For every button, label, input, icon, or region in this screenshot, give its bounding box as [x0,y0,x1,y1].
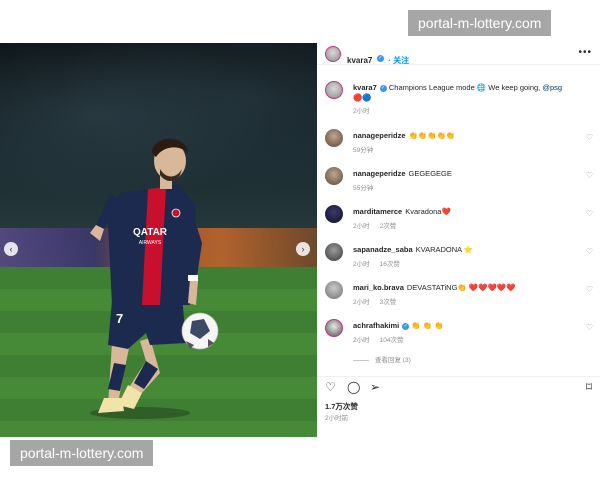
caption-body: Champions League mode 🌐 We keep going, [388,83,541,92]
comment-time: 2小时 [353,299,370,306]
verified-badge-icon: ✓ [402,322,410,330]
comment-username[interactable]: mari_ko.brava [353,283,404,292]
comment-time: 59分钟 [353,147,374,154]
previous-photo-button[interactable]: ‹ [4,242,18,256]
caption-text: kvara7 ✓ Champions League mode 🌐 We keep … [353,83,583,93]
post-header: kvara7 ✓ · 关注 ••• [317,43,600,65]
instagram-post: 7 QATAR AIRWAYS ‹ › kvara7 ✓ · 关注 ••• kv… [0,43,600,437]
chevron-right-icon: › [301,243,305,254]
caption-mention[interactable]: @psg [542,83,562,92]
comment-text: sapanadze_saba KVARADONA ⭐ [353,245,583,255]
comment-username[interactable]: marditamerce [353,207,402,216]
comment-likes[interactable]: 2次赞 [380,223,397,230]
comment-text: achrafhakimi ✓ 👏 👏 👏 [353,321,583,331]
heart-icon[interactable]: ♡ [325,381,336,393]
comment-meta: 2小时 104次赞 [353,334,413,344]
follow-button[interactable]: · 关注 [388,56,409,65]
comment-time: 55分钟 [353,185,374,192]
author-username[interactable]: kvara7 [347,56,372,65]
comment-meta: 55分钟 [353,182,383,192]
comment-username[interactable]: sapanadze_saba [353,245,413,254]
heart-icon[interactable]: ♡ [586,171,593,180]
post-photo[interactable]: 7 QATAR AIRWAYS ‹ › [0,43,317,437]
action-bar: ♡ ◯ ➢ ⌑ [317,376,600,396]
comment-username[interactable]: achrafhakimi [353,321,399,330]
author-avatar[interactable] [325,46,341,62]
commenter-avatar[interactable] [325,129,343,147]
comment-username[interactable]: nanageperidze [353,169,406,178]
caption-username[interactable]: kvara7 [353,83,377,92]
comment-likes[interactable]: 16次赞 [380,261,400,268]
heart-icon[interactable]: ♡ [586,285,593,294]
commenter-avatar[interactable] [325,167,343,185]
comment-icon[interactable]: ◯ [347,381,360,393]
comment-body: GEGEGEGE [408,169,452,178]
commenter-avatar[interactable] [325,281,343,299]
comment-time: 2小时 [353,261,370,268]
comment-text: nanageperidze 👏👏👏👏👏 [353,131,583,141]
comment-meta: 2小时 16次赞 [353,258,410,268]
verified-badge-icon: ✓ [379,84,387,92]
likes-count[interactable]: 1.7万次赞 [325,401,358,412]
comment-body: DEVASTATiNG👏 ❤️❤️❤️❤️❤️ [406,283,516,292]
commenter-avatar[interactable] [325,243,343,261]
verified-badge-icon: ✓ [376,55,384,63]
caption-avatar[interactable] [325,81,343,99]
comment-body: Kvaradona❤️ [405,207,451,216]
comment-meta: 59分钟 [353,144,383,154]
comment-likes[interactable]: 104次赞 [380,337,404,344]
svg-text:QATAR: QATAR [133,227,168,238]
caption-time: 2小时 [353,105,380,115]
comment-meta: 2小时 3次赞 [353,296,406,306]
comment-text: marditamerce Kvaradona❤️ [353,207,583,217]
svg-text:7: 7 [116,311,123,326]
more-options-icon[interactable]: ••• [578,47,592,58]
comment-likes[interactable]: 3次赞 [380,299,397,306]
next-photo-button[interactable]: › [296,242,310,256]
commenter-avatar[interactable] [325,205,343,223]
comment-username[interactable]: nanageperidze [353,131,406,140]
comment-body: 👏👏👏👏👏 [408,131,456,140]
svg-text:AIRWAYS: AIRWAYS [139,240,162,246]
heart-icon[interactable]: ♡ [586,209,593,218]
comment-time: 2小时 [353,223,370,230]
watermark-bottom: portal-m-lottery.com [10,440,154,466]
heart-icon[interactable]: ♡ [586,247,593,256]
post-timestamp: 2小时前 [325,415,349,422]
comment-body: KVARADONA ⭐ [415,245,474,254]
comment-body: 👏 👏 👏 [411,321,444,330]
bookmark-icon[interactable]: ⌑ [586,381,592,393]
send-icon[interactable]: ➢ [370,381,380,393]
caption-emojis: 🔴🔵 [353,93,372,102]
chevron-left-icon: ‹ [9,243,13,254]
watermark-top: portal-m-lottery.com [408,10,552,36]
comment-time: 2小时 [353,337,370,344]
caption-time-label: 2小时 [353,108,370,115]
commenter-avatar[interactable] [325,319,343,337]
post-details-panel: kvara7 ✓ · 关注 ••• kvara7 ✓ Champions Leag… [317,43,600,437]
comment-text: nanageperidze GEGEGEGE [353,169,583,179]
comment-meta: 2小时 2次赞 [353,220,406,230]
author-info: kvara7 ✓ · 关注 [347,50,409,68]
football-player: 7 QATAR AIRWAYS [90,138,219,419]
view-replies-link[interactable]: 查看回复 (3) [353,354,411,364]
heart-icon[interactable]: ♡ [586,323,593,332]
heart-icon[interactable]: ♡ [586,133,593,142]
comment-text: mari_ko.brava DEVASTATiNG👏 ❤️❤️❤️❤️❤️ [353,283,583,293]
